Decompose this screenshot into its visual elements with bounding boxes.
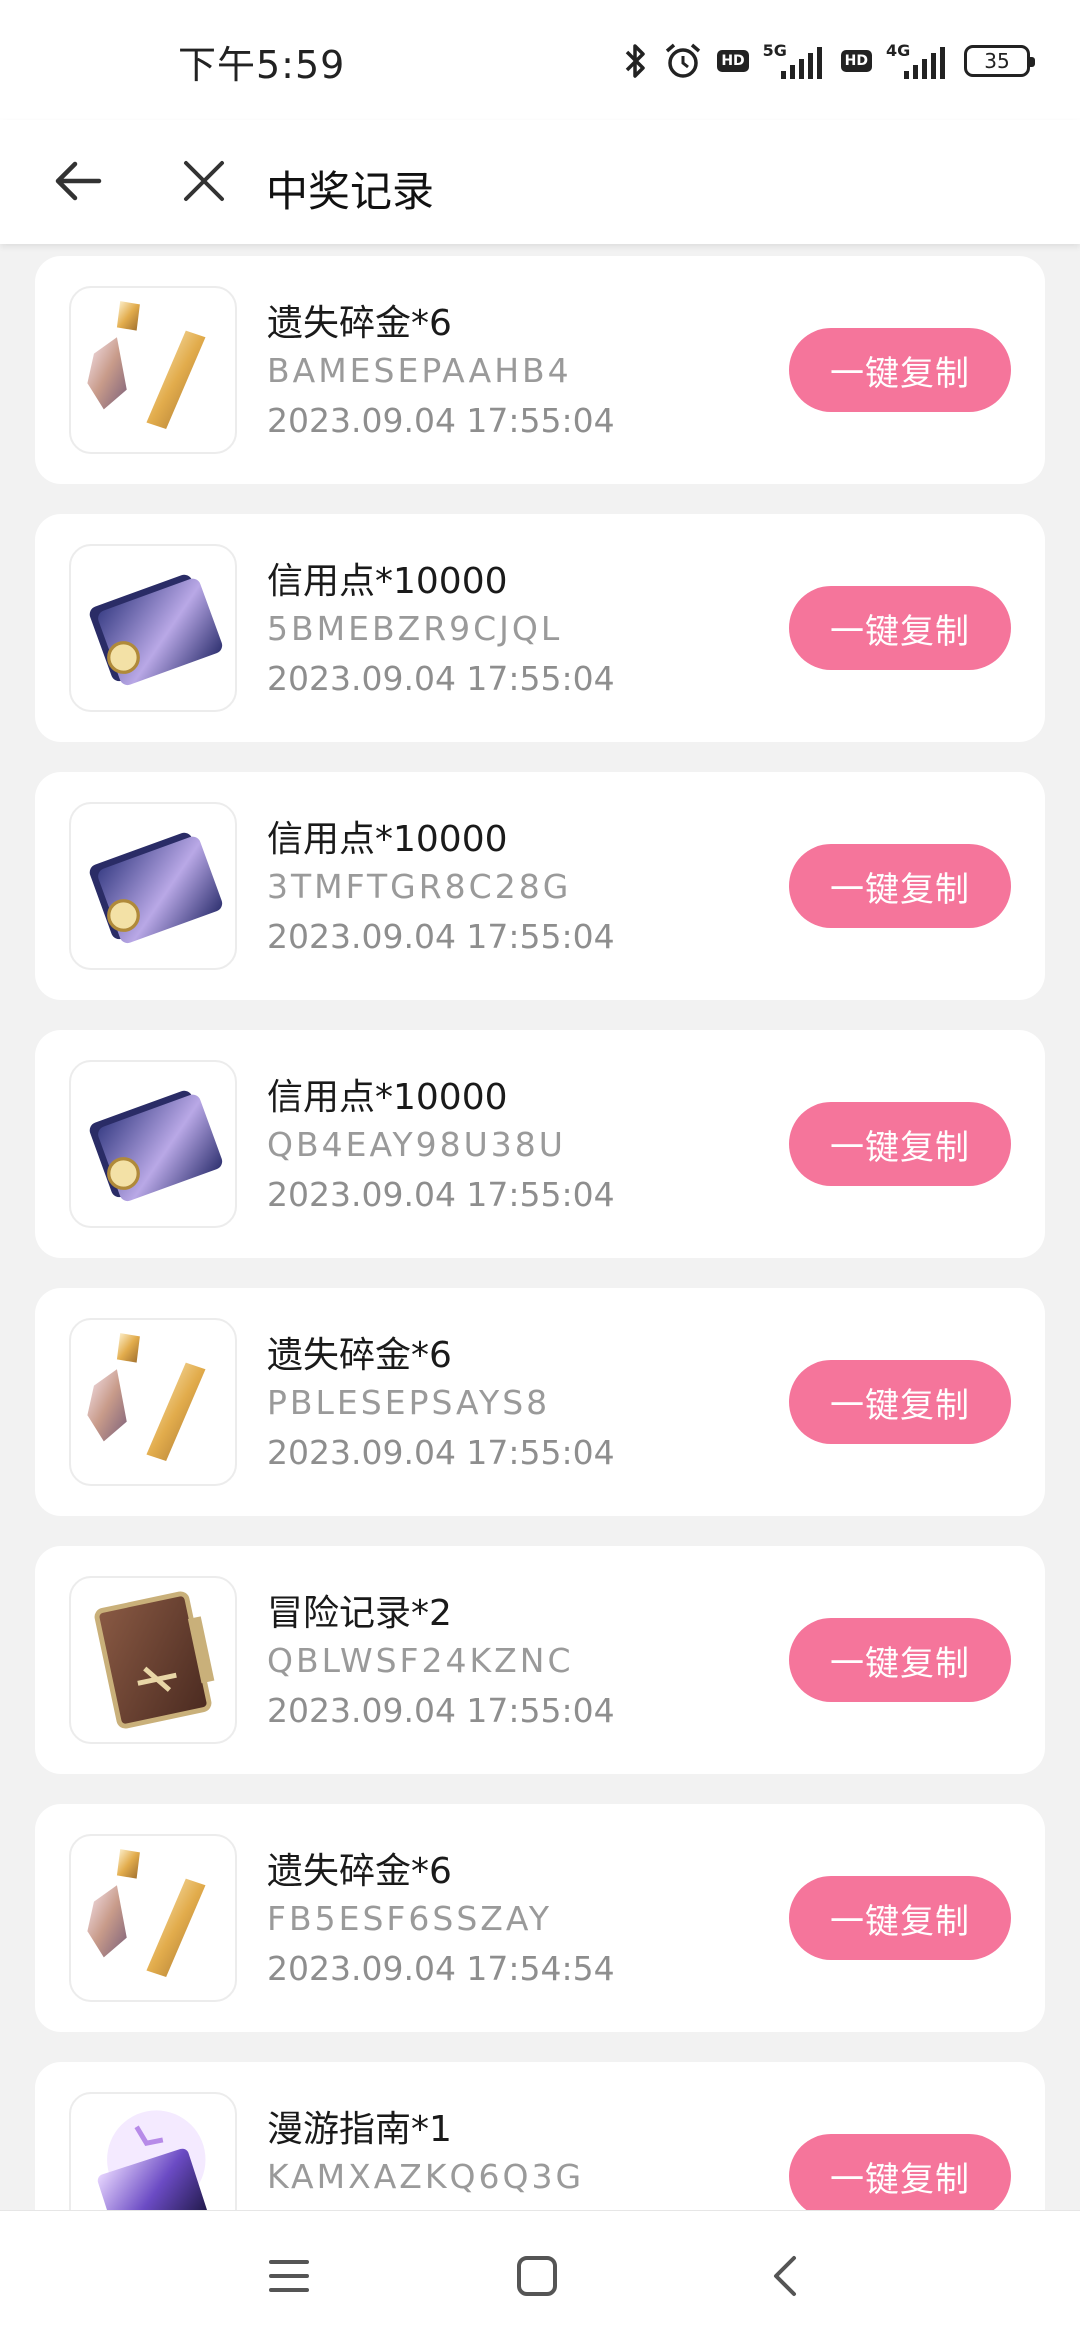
adventure-book-icon [69,1576,237,1744]
square-home-icon [517,2256,557,2296]
status-bar: 下午5:59 HD 5G HD 4G 35 [0,0,1080,120]
records-list[interactable]: 遗失碎金*6 BAMESEPAAHB4 2023.09.04 17:55:04 … [0,244,1080,2210]
record-time: 2023.09.04 17:55:04 [267,1691,615,1730]
redeem-code: FB5ESF6SSZAY [267,1899,553,1938]
record-card: 冒险记录*2 QBLWSF24KZNC 2023.09.04 17:55:04 … [35,1546,1045,1774]
page-title: 中奖记录 [266,167,435,216]
guide-book-icon [69,2092,237,2210]
close-button[interactable] [174,146,234,216]
copy-button[interactable]: 一键复制 [789,586,1011,670]
item-name: 信用点*10000 [267,561,508,602]
menu-icon [269,2260,309,2292]
gold-fragment-icon [69,1834,237,2002]
credit-card-icon [69,1060,237,1228]
redeem-code: KAMXAZKQ6Q3G [267,2157,585,2196]
bluetooth-icon [623,41,649,81]
item-name: 信用点*10000 [267,1077,508,1118]
hd-badge: HD [717,50,749,72]
copy-button[interactable]: 一键复制 [789,1618,1011,1702]
record-card: 信用点*10000 3TMFTGR8C28G 2023.09.04 17:55:… [35,772,1045,1000]
copy-button[interactable]: 一键复制 [789,1360,1011,1444]
status-icons: HD 5G HD 4G 35 [623,36,1035,86]
item-name: 遗失碎金*6 [267,1851,452,1892]
close-icon [184,161,224,201]
battery-icon: 35 [964,45,1035,77]
item-name: 漫游指南*1 [267,2109,452,2150]
copy-button[interactable]: 一键复制 [789,1102,1011,1186]
battery-level: 35 [984,49,1010,73]
credit-card-icon [69,802,237,970]
record-time: 2023.09.04 17:55:04 [267,917,615,956]
record-card: 漫游指南*1 KAMXAZKQ6Q3G 一键复制 [35,2062,1045,2210]
record-time: 2023.09.04 17:55:04 [267,659,615,698]
chevron-left-icon [774,2256,796,2296]
home-button[interactable] [502,2241,572,2311]
item-name: 遗失碎金*6 [267,1335,452,1376]
gold-fragment-icon [69,286,237,454]
recent-apps-button[interactable] [254,2241,324,2311]
item-name: 冒险记录*2 [267,1593,452,1634]
record-card: 信用点*10000 QB4EAY98U38U 2023.09.04 17:55:… [35,1030,1045,1258]
record-card: 遗失碎金*6 BAMESEPAAHB4 2023.09.04 17:55:04 … [35,256,1045,484]
record-time: 2023.09.04 17:55:04 [267,401,615,440]
back-button[interactable] [48,146,108,216]
item-name: 信用点*10000 [267,819,508,860]
copy-button[interactable]: 一键复制 [789,1876,1011,1960]
item-name: 遗失碎金*6 [267,303,452,344]
status-time: 下午5:59 [178,43,346,87]
redeem-code: 5BMEBZR9CJQL [267,609,563,648]
redeem-code: 3TMFTGR8C28G [267,867,572,906]
record-time: 2023.09.04 17:55:04 [267,1433,615,1472]
copy-button[interactable]: 一键复制 [789,328,1011,412]
app-header: 中奖记录 [0,120,1080,244]
alarm-icon [663,41,703,81]
redeem-code: PBLESEPSAYS8 [267,1383,551,1422]
record-card: 信用点*10000 5BMEBZR9CJQL 2023.09.04 17:55:… [35,514,1045,742]
hd-badge-2: HD [840,50,872,72]
record-time: 2023.09.04 17:54:54 [267,1949,615,1988]
redeem-code: BAMESEPAAHB4 [267,351,572,390]
record-time: 2023.09.04 17:55:04 [267,1175,615,1214]
back-arrow-icon [55,161,102,201]
redeem-code: QBLWSF24KZNC [267,1641,574,1680]
credit-card-icon [69,544,237,712]
copy-button[interactable]: 一键复制 [789,2134,1011,2210]
system-back-button[interactable] [750,2241,820,2311]
record-card: 遗失碎金*6 FB5ESF6SSZAY 2023.09.04 17:54:54 … [35,1804,1045,2032]
redeem-code: QB4EAY98U38U [267,1125,566,1164]
record-card: 遗失碎金*6 PBLESEPSAYS8 2023.09.04 17:55:04 … [35,1288,1045,1516]
gold-fragment-icon [69,1318,237,1486]
copy-button[interactable]: 一键复制 [789,844,1011,928]
system-nav-bar [0,2210,1080,2340]
signal-4g-icon: 4G [886,41,950,81]
signal-5g-icon: 5G [763,41,827,81]
